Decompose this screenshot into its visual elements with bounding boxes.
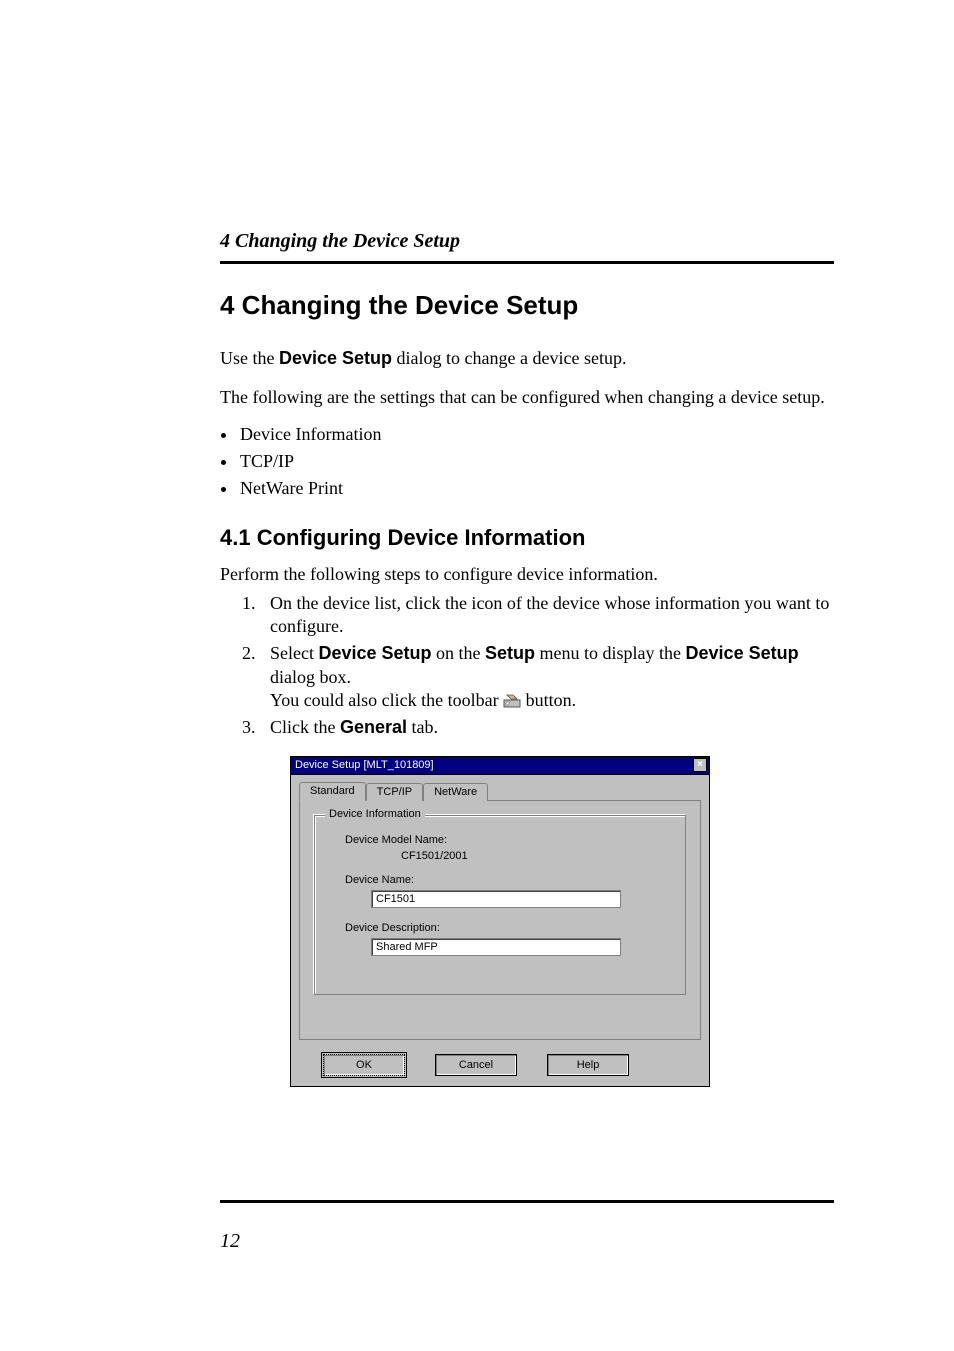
device-name-label: Device Name:: [345, 874, 669, 886]
s3-text: Click the: [270, 717, 340, 737]
ok-button[interactable]: OK: [323, 1054, 405, 1076]
group-legend: Device Information: [325, 808, 425, 820]
device-setup-toolbar-icon: [503, 694, 521, 708]
rule-bottom: [220, 1200, 834, 1203]
device-name-input[interactable]: [371, 890, 621, 908]
bullet-item: NetWare Print: [238, 478, 834, 499]
s2-text: dialog box.: [270, 667, 351, 687]
intro-para-1: Use the Device Setup dialog to change a …: [220, 347, 834, 370]
tab-tcpip[interactable]: TCP/IP: [366, 783, 423, 801]
device-information-group: Device Information Device Model Name: CF…: [314, 815, 686, 995]
tab-standard[interactable]: Standard: [299, 782, 366, 801]
close-icon[interactable]: ×: [693, 758, 707, 772]
device-setup-dialog: Device Setup [MLT_101809] × Standard TCP…: [290, 756, 710, 1087]
tab-strip: Standard TCP/IP NetWare: [299, 781, 701, 800]
device-description-label: Device Description:: [345, 922, 669, 934]
dialog-titlebar[interactable]: Device Setup [MLT_101809] ×: [290, 756, 710, 774]
s3-text: tab.: [407, 717, 438, 737]
intro-para-2: The following are the settings that can …: [220, 386, 834, 409]
page-number: 12: [220, 1230, 240, 1253]
dialog-button-row: OK Cancel Help: [299, 1054, 701, 1076]
tab-netware[interactable]: NetWare: [423, 783, 488, 801]
intro1-pre: Use the: [220, 348, 279, 368]
s2-bold: Setup: [485, 643, 535, 663]
subsection-heading: 4.1 Configuring Device Information: [220, 525, 834, 551]
s2-text: on the: [432, 643, 486, 663]
tab-panel-standard: Device Information Device Model Name: CF…: [299, 800, 701, 1040]
running-head: 4 Changing the Device Setup: [220, 230, 834, 253]
steps-list: On the device list, click the icon of th…: [220, 592, 834, 740]
s2-bold: Device Setup: [686, 643, 799, 663]
bullet-list: Device Information TCP/IP NetWare Print: [220, 424, 834, 499]
rule-top: [220, 261, 834, 264]
intro1-bold: Device Setup: [279, 348, 392, 368]
help-button[interactable]: Help: [547, 1054, 629, 1076]
s2-line2-pre: You could also click the toolbar: [270, 690, 503, 710]
s2-text: Select: [270, 643, 318, 663]
step-item: On the device list, click the icon of th…: [260, 592, 834, 639]
bullet-item: TCP/IP: [238, 451, 834, 472]
device-model-name-value: CF1501/2001: [401, 850, 669, 862]
device-model-name-label: Device Model Name:: [345, 834, 669, 846]
s2-text: menu to display the: [535, 643, 685, 663]
dialog-title: Device Setup [MLT_101809]: [295, 759, 434, 771]
s3-bold: General: [340, 717, 407, 737]
lead-para: Perform the following steps to configure…: [220, 563, 834, 586]
intro1-post: dialog to change a device setup.: [392, 348, 626, 368]
step-item: Select Device Setup on the Setup menu to…: [260, 642, 834, 712]
dialog-body: Standard TCP/IP NetWare Device Informati…: [290, 774, 710, 1087]
s2-line2-post: button.: [526, 690, 577, 710]
section-heading: 4 Changing the Device Setup: [220, 290, 834, 321]
step-item: Click the General tab.: [260, 716, 834, 739]
cancel-button[interactable]: Cancel: [435, 1054, 517, 1076]
bullet-item: Device Information: [238, 424, 834, 445]
s2-bold: Device Setup: [318, 643, 431, 663]
device-description-input[interactable]: [371, 938, 621, 956]
